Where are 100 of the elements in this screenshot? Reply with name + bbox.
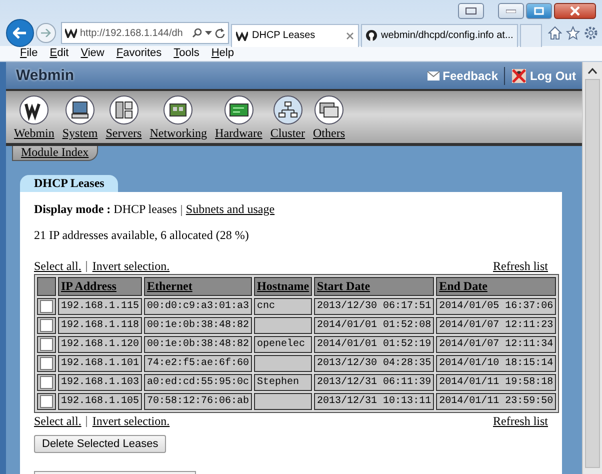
browser-tab[interactable]: webmin/dhcpd/config.info at... [361,24,518,46]
summary-text: 21 IP addresses available, 6 allocated (28 %) [34,228,250,243]
table-cell: 2013/12/31 06:11:39 [314,374,434,391]
table-cell: 2014/01/01 01:52:19 [314,336,434,353]
menu-item[interactable]: View [74,47,110,61]
windows-icon [314,95,344,125]
logout-link[interactable]: Log Out [511,68,576,84]
refresh-icon[interactable] [215,28,225,38]
select-all-link[interactable]: Select all. [34,414,82,429]
site-icon [65,28,77,38]
close-button[interactable] [554,3,596,19]
w-logo-icon [19,95,50,125]
table-cell: 192.168.1.105 [58,393,142,410]
table-cell: 2014/01/11 19:58:18 [436,374,556,391]
row-checkbox[interactable] [40,357,53,370]
search-icon[interactable] [192,28,202,38]
home-icon[interactable] [548,26,562,40]
table-cell: 00:d0:c9:a3:01:a3 [144,298,252,315]
table-cell: 192.168.1.120 [58,336,142,353]
table-cell: cnc [254,298,312,315]
logout-icon [511,68,528,84]
table-cell: 2014/01/01 01:52:08 [314,317,434,334]
favorites-icon[interactable] [566,26,580,40]
scrollbar-thumb[interactable] [585,79,600,468]
menu-item[interactable]: File [14,47,44,61]
close-icon [570,6,580,16]
module-index-tab[interactable]: Module Index [12,146,98,161]
invert-selection-link[interactable]: Invert selection. [92,414,170,429]
table-cell: 2014/01/11 23:59:50 [436,393,556,410]
category-link[interactable]: Webmin [10,95,58,141]
table-cell: 192.168.1.118 [58,317,142,334]
menu-item[interactable]: Edit [44,47,75,61]
row-checkbox[interactable] [40,395,53,408]
envelope-icon [426,70,440,80]
category-link[interactable]: Others [309,95,350,141]
minimize-button[interactable] [498,3,524,19]
maximize-button[interactable] [526,3,552,19]
table-cell: 70:58:12:76:06:ab [144,393,252,410]
restore-icon [465,7,477,15]
sort-link[interactable]: Hostname [257,279,310,293]
server-icon [108,95,139,125]
restore-button[interactable] [458,3,484,19]
subnets-link[interactable]: Subnets and usage [186,202,275,216]
table-cell: 2013/12/31 10:13:11 [314,393,434,410]
back-arrow-icon [13,27,27,39]
invert-selection-link[interactable]: Invert selection. [92,259,170,274]
table-cell: 2014/01/07 12:11:23 [436,317,556,334]
table-cell: 2014/01/07 12:11:34 [436,336,556,353]
table-cell: 2013/12/30 04:28:35 [314,355,434,372]
table-cell: 00:1e:0b:38:48:82 [144,336,252,353]
category-link[interactable]: Networking [146,95,212,141]
category-link[interactable]: System [58,95,102,141]
table-cell: 2014/01/10 18:15:14 [436,355,556,372]
category-link[interactable]: Cluster [266,95,310,141]
table-cell: 192.168.1.101 [58,355,142,372]
minimize-icon [506,9,516,13]
dropdown-icon[interactable] [205,31,212,35]
monitor-icon [65,95,96,125]
table-cell: 192.168.1.103 [58,374,142,391]
circuit-board-icon [163,95,194,125]
table-cell: 2013/12/30 06:17:51 [314,298,434,315]
table-cell: 2014/01/05 16:37:06 [436,298,556,315]
table-cell: a0:ed:cd:55:95:0c [144,374,252,391]
delete-button[interactable]: Delete Selected Leases [34,435,166,453]
display-mode-text: Display mode : DHCP leases Subnets and usage [34,202,276,217]
octocat-icon [366,30,377,41]
maximize-icon [534,7,544,15]
category-link[interactable]: Servers [102,95,146,141]
row-checkbox[interactable] [40,338,53,351]
category-link[interactable]: Hardware [211,95,266,141]
refresh-link[interactable]: Refresh list [493,259,548,274]
sort-link[interactable]: Ethernet [147,279,192,293]
sort-link[interactable]: End Date [439,279,488,293]
sort-link[interactable]: IP Address [61,279,116,293]
menu-item[interactable]: Help [205,47,240,61]
menu-item[interactable]: Tools [168,47,206,61]
site-icon [236,30,248,40]
table-cell: 00:1e:0b:38:48:82 [144,317,252,334]
select-all-link[interactable]: Select all. [34,259,82,274]
back-button[interactable] [6,19,34,47]
settings-icon[interactable] [584,26,598,40]
webmin-logo[interactable]: Webmin [16,67,74,84]
browser-tab[interactable]: DHCP Leases [231,24,359,46]
feedback-link[interactable]: Feedback [426,68,498,82]
circuit-board-icon [224,95,254,125]
forward-arrow-icon [41,29,51,37]
table-cell: 192.168.1.115 [58,298,142,315]
table-cell: Stephen [254,374,312,391]
sort-link[interactable]: Start Date [317,279,370,293]
row-checkbox[interactable] [40,376,53,389]
address-bar[interactable]: http://192.168.1.144/dh [61,22,229,44]
scroll-up-icon[interactable] [588,68,597,74]
menu-item[interactable]: Favorites [110,47,168,61]
row-checkbox[interactable] [40,300,53,313]
network-icon [272,95,303,125]
forward-button[interactable] [36,23,56,43]
refresh-link[interactable]: Refresh list [493,414,548,429]
row-checkbox[interactable] [40,319,53,332]
table-cell: openelec [254,336,312,353]
close-tab-icon[interactable] [346,32,354,40]
